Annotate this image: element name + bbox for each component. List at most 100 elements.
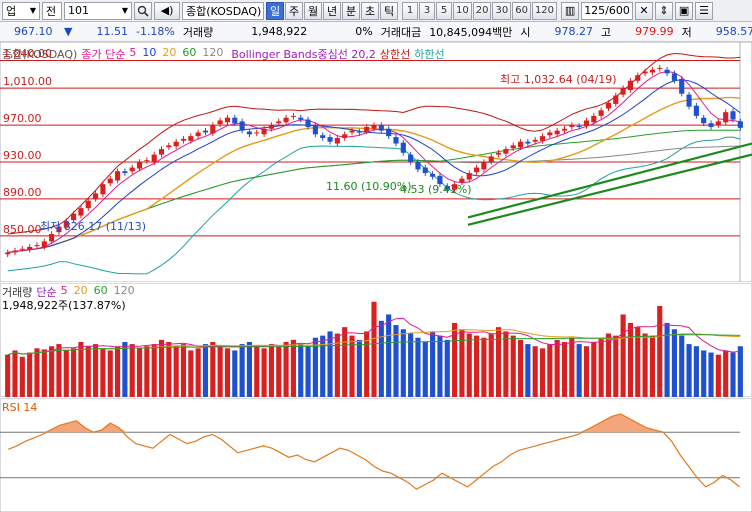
candle-body [34, 245, 40, 247]
candle-body [342, 134, 348, 138]
bar-settings-button[interactable]: ▥ [561, 1, 580, 20]
candle-body [525, 141, 531, 144]
volume-bar [583, 346, 590, 397]
legend-ma-5: 5 [129, 46, 137, 59]
volume-bar [613, 335, 619, 397]
volume-bar [268, 344, 274, 397]
volume-bar [481, 337, 487, 397]
rsi-chart[interactable] [0, 398, 752, 512]
volume-bar [547, 344, 553, 397]
amount-value: 10,845,094백만 [429, 25, 513, 39]
rsi-legend: RSI 14 [2, 401, 37, 414]
volume-bar [495, 327, 502, 397]
candle-body [583, 120, 590, 126]
candle-body [386, 128, 392, 137]
volume-bar [554, 339, 560, 397]
period-select[interactable]: 전 [42, 1, 62, 20]
legend-upper-label: 상한선 [379, 48, 411, 61]
index-name-field: 종합(KOSDAQ) [182, 1, 264, 20]
price-tick-1010: 1,010.00 [3, 75, 52, 89]
legend-ma-periods: 5 10 20 60 120 [129, 46, 223, 62]
search-icon [137, 5, 149, 17]
candle-body [605, 102, 612, 109]
volume-bar [569, 337, 575, 397]
volume-bar [371, 301, 377, 397]
volume-bar [71, 348, 77, 397]
search-button[interactable] [134, 1, 152, 20]
candle-body [158, 149, 165, 155]
scroll-button[interactable]: ⇕ [655, 1, 674, 20]
volume-bar [19, 356, 25, 397]
volume-bar [63, 350, 69, 397]
candle-body [488, 156, 494, 162]
volume-bar [620, 314, 626, 397]
current-price: 967.10 ▼ [6, 25, 80, 38]
candle-body [115, 171, 121, 181]
volume-bar [686, 344, 692, 397]
volume-bar [202, 344, 209, 397]
period-button-5[interactable]: 초 [361, 1, 379, 20]
candle-body [151, 154, 157, 162]
candle-body [49, 234, 55, 242]
interval-button-60[interactable]: 60 [512, 1, 531, 20]
volume-bar [679, 335, 685, 397]
candle-body [415, 162, 421, 170]
interval-button-10[interactable]: 10 [453, 1, 472, 20]
volume-bar [356, 339, 362, 397]
period-button-4[interactable]: 분 [342, 1, 360, 20]
volume-bar [217, 346, 223, 397]
candle-body [474, 167, 480, 173]
candle-body [701, 117, 707, 124]
candle-body [202, 130, 209, 133]
candle-body [217, 120, 223, 125]
period-button-0[interactable]: 일 [266, 1, 284, 20]
candle-body [627, 80, 633, 90]
interval-button-3[interactable]: 3 [419, 1, 435, 20]
save-button[interactable]: ▣ [675, 1, 694, 20]
candle-body [19, 248, 25, 250]
volume-bar [415, 337, 421, 397]
candle-body [166, 145, 172, 148]
volume-bar [93, 344, 99, 397]
period-buttons: 일주월년분초틱 [266, 1, 398, 20]
interval-button-20[interactable]: 20 [472, 1, 492, 20]
volume-bar [517, 339, 524, 397]
candle-body [364, 126, 370, 132]
candle-body [481, 162, 487, 170]
period-button-6[interactable]: 틱 [380, 1, 398, 20]
legend-ma-label: 종가 단순 [81, 48, 126, 61]
market-select[interactable]: 업 ▼ [2, 1, 40, 20]
period-button-2[interactable]: 월 [304, 1, 322, 20]
volume-bar [635, 327, 641, 397]
menu-button[interactable]: ☰ [695, 1, 714, 20]
volume-bar [115, 346, 121, 397]
interval-button-120[interactable]: 120 [531, 1, 558, 20]
candle-body [503, 149, 509, 154]
period-button-1[interactable]: 주 [285, 1, 303, 20]
interval-button-5[interactable]: 5 [436, 1, 452, 20]
rsi-plot-area [0, 398, 752, 512]
candle-body [12, 250, 18, 253]
volume-bar [642, 333, 648, 397]
settings-button[interactable]: ✕ [635, 1, 654, 20]
candle-body [180, 138, 187, 141]
candle-body [305, 119, 311, 127]
candle-body [561, 128, 568, 131]
candle [679, 76, 685, 97]
volume-bar [327, 331, 333, 397]
candle-body [708, 123, 714, 127]
high-value: 979.99 [635, 25, 674, 38]
sound-button[interactable]: ◀) [154, 1, 180, 20]
candle-body [547, 132, 553, 136]
volume-bar [151, 344, 157, 397]
candle-body [657, 67, 663, 69]
price-chart[interactable] [0, 42, 752, 282]
interval-button-30[interactable]: 30 [492, 1, 512, 20]
interval-button-1[interactable]: 1 [402, 1, 418, 20]
candle-body [554, 130, 560, 135]
period-button-3[interactable]: 년 [323, 1, 341, 20]
candle-body [276, 121, 282, 124]
candle-body [85, 200, 91, 209]
code-input[interactable]: 101 ▼ [64, 1, 132, 20]
volume-bar [290, 339, 296, 397]
